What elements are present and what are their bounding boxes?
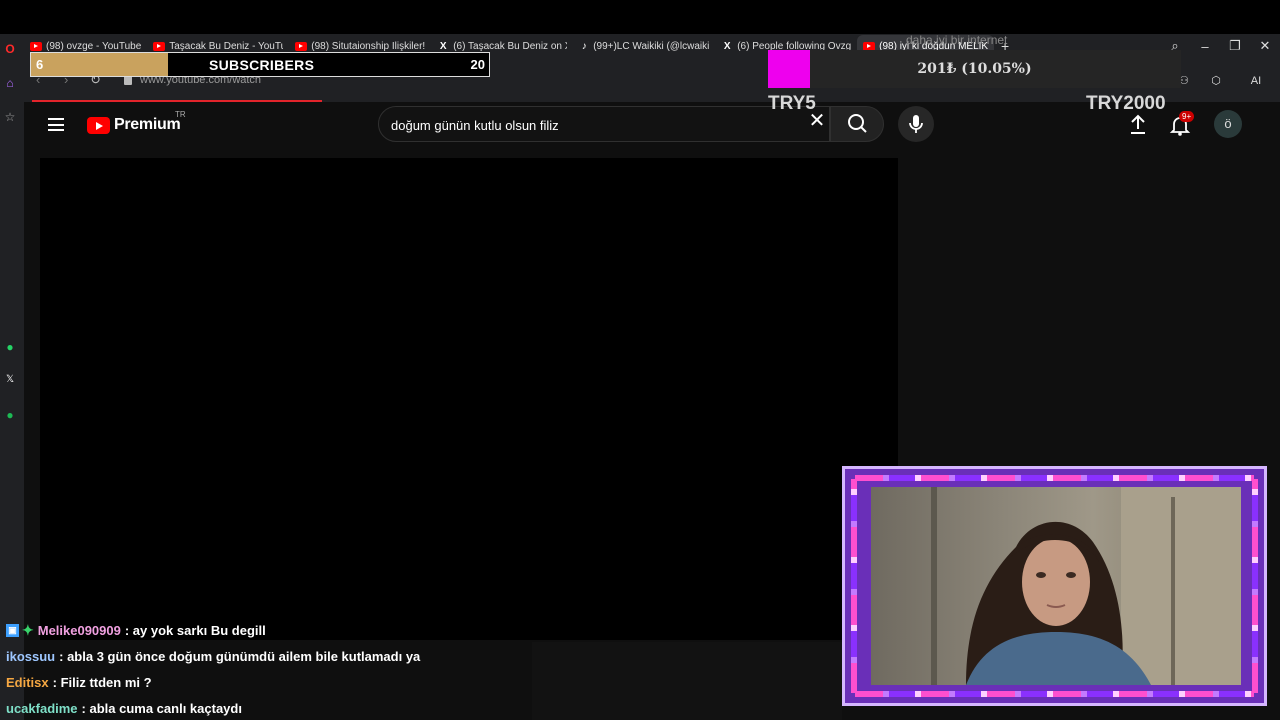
chat-text: : abla 3 gün önce doğum günümdü ailem bi…	[59, 648, 421, 664]
star-icon[interactable]: ☆	[0, 110, 20, 124]
voice-search-button[interactable]	[898, 106, 934, 142]
search-box	[378, 106, 830, 142]
youtube-play-icon	[87, 116, 110, 134]
subscriber-goal: 20	[470, 57, 485, 72]
chat-message: ikossuu : abla 3 gün önce doğum günümdü …	[0, 643, 540, 669]
subscriber-progress-fill	[31, 53, 169, 76]
microphone-icon	[909, 115, 923, 133]
x-icon[interactable]: 𝕏	[0, 374, 20, 385]
chat-message: ucakfadime : abla cuma canlı kaçtaydı	[0, 695, 540, 720]
donation-goal-text: 201₺ (10.05%)	[917, 61, 1032, 77]
video-player[interactable]	[40, 158, 898, 640]
youtube-icon	[295, 41, 308, 51]
tab-label: Taşacak Bu Deniz - YouTub	[169, 40, 284, 52]
chat-message: ▣ ✦ Melike090909 : ay yok sarkı Bu degil…	[0, 617, 540, 643]
tab-label: (99+)LC Waikiki (@lcwaiki	[593, 40, 710, 52]
cube-icon[interactable]: ⬡	[1202, 72, 1230, 90]
chat-text: : Filiz ttden mi ?	[52, 674, 152, 690]
webcam-feed	[871, 487, 1241, 685]
donation-goal-overlay: 201₺ (10.05%)	[768, 50, 1181, 88]
search-input[interactable]	[391, 115, 791, 135]
frame-decoration	[855, 475, 1254, 481]
close-window-button[interactable]: ✕	[1250, 38, 1280, 54]
frame-decoration	[855, 691, 1254, 697]
x-icon: X	[439, 40, 447, 52]
top-strip	[0, 0, 1280, 34]
tab-label: (98) Situtaionship İlişkiler!	[311, 40, 426, 52]
subscriber-current: 6	[36, 57, 44, 72]
faint-overlay-text: daha iyi bir internet	[906, 33, 1008, 47]
tab-label: (98) ovzge - YouTube	[46, 40, 142, 52]
notification-badge: 9+	[1179, 111, 1195, 122]
tab-5[interactable]: ♪ (99+)LC Waikiki (@lcwaiki	[573, 35, 715, 57]
chat-username: Editisx	[6, 674, 49, 690]
logo-text: Premium	[114, 116, 181, 133]
youtube-icon	[153, 41, 166, 51]
chat-username: ikossuu	[6, 648, 56, 664]
ai-label: AI	[1250, 75, 1262, 87]
frame-decoration	[1252, 479, 1258, 693]
subscriber-goal-overlay: 6 SUBSCRIBERS 20	[30, 52, 490, 77]
tab-label: (6) Taşacak Bu Deniz on X	[453, 40, 568, 52]
donation-max-label: TRY2000	[1086, 93, 1166, 114]
chat-text: : abla cuma canlı kaçtaydı	[81, 700, 242, 716]
ai-button[interactable]: AI	[1242, 72, 1270, 90]
x-icon: X	[723, 40, 731, 52]
streamer-image	[931, 487, 1241, 685]
donation-min-label: TRY5	[768, 93, 816, 114]
avatar[interactable]: ö	[1214, 110, 1242, 138]
maximize-button[interactable]: ❐	[1220, 38, 1250, 54]
youtube-logo[interactable]: Premium TR	[87, 110, 186, 134]
whatsapp-icon[interactable]: ●	[0, 340, 20, 354]
tiktok-icon: ♪	[581, 40, 587, 52]
chat-badge-icon: ▣	[6, 623, 19, 637]
chat-overlay: ▣ ✦ Melike090909 : ay yok sarkı Bu degil…	[0, 617, 540, 720]
search-button[interactable]	[830, 106, 884, 142]
chat-message: Editisx : Filiz ttden mi ?	[0, 669, 540, 695]
chat-badge-icon: ✦	[22, 621, 34, 638]
menu-icon[interactable]	[48, 118, 64, 131]
country-code: TR	[175, 110, 186, 119]
below-video-area	[532, 642, 842, 720]
opera-icon[interactable]: O	[0, 42, 20, 56]
youtube-icon	[30, 41, 42, 51]
minimize-button[interactable]: –	[1190, 39, 1220, 54]
subscriber-label: SUBSCRIBERS	[209, 57, 315, 73]
chat-username: ucakfadime	[6, 700, 78, 716]
search-icon	[848, 114, 867, 133]
frame-decoration	[851, 479, 857, 693]
chat-text: : ay yok sarkı Bu degill	[124, 622, 266, 638]
chat-username: Melike090909	[37, 622, 121, 638]
screen: O ⌂ ☆ ● 𝕏 ● (98) ovzge - YouTube Taşacak…	[0, 0, 1280, 720]
webcam-frame	[842, 466, 1267, 706]
home-icon[interactable]: ⌂	[0, 76, 20, 90]
spotify-icon[interactable]: ●	[0, 408, 20, 422]
